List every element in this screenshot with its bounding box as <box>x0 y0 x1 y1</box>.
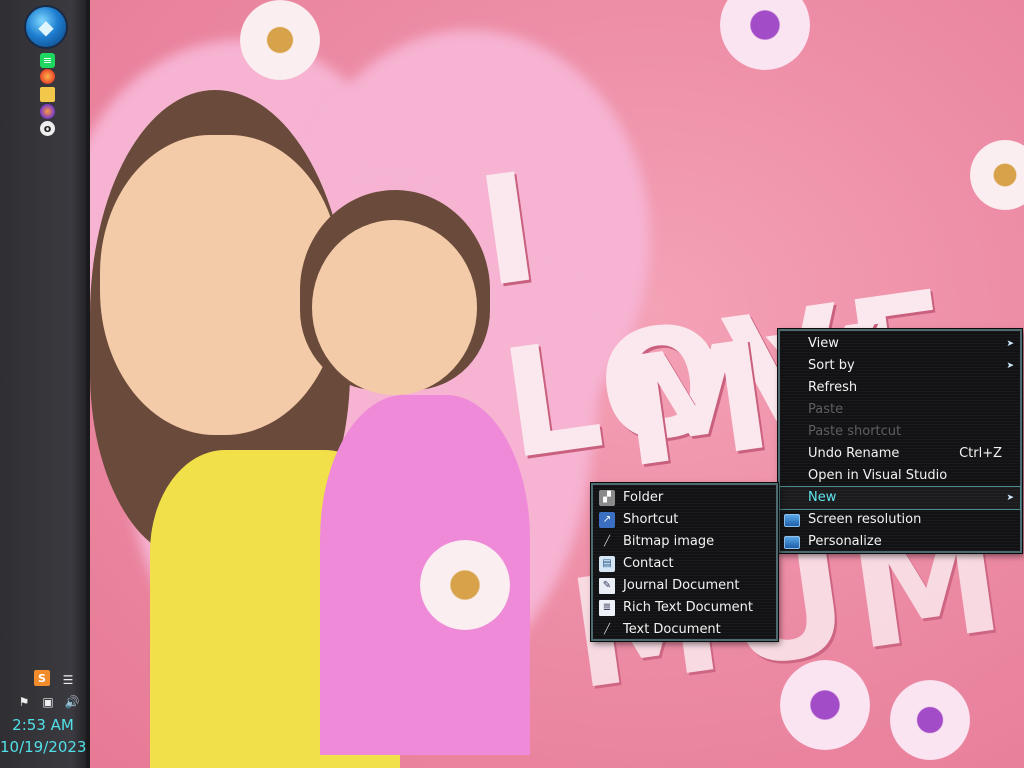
wallpaper-flower <box>240 0 320 80</box>
submenu-arrow-icon: ➤ <box>1006 361 1014 371</box>
new-submenu: ▞ Folder ↗ Shortcut ╱ Bitmap image ▤ Con… <box>591 483 778 641</box>
menu-item-personalize[interactable]: Personalize <box>780 531 1020 553</box>
obs-icon[interactable]: o <box>40 121 55 136</box>
taskbar: ◆ ≡ o S ☰ ⚑ ▣ 🔊 2:53 AM 10/19/2023 <box>0 0 90 768</box>
menu-item-label: Contact <box>623 556 674 571</box>
clock-time[interactable]: 2:53 AM <box>0 716 86 734</box>
new-item-folder[interactable]: ▞ Folder <box>593 487 776 509</box>
monitor-icon <box>784 514 800 527</box>
desktop-context-menu: View ➤ Sort by ➤ Refresh Paste Paste sho… <box>778 329 1022 553</box>
menu-item-label: New <box>808 490 837 505</box>
file-explorer-icon[interactable] <box>40 87 55 102</box>
menu-item-label: Open in Visual Studio <box>808 468 948 483</box>
new-item-contact[interactable]: ▤ Contact <box>593 553 776 575</box>
action-center-flag-icon[interactable]: ⚑ <box>16 694 32 710</box>
firefox-icon[interactable] <box>40 69 55 84</box>
menu-item-view[interactable]: View ➤ <box>780 333 1020 355</box>
menu-item-label: Folder <box>623 490 664 505</box>
wallpaper-flower <box>420 540 510 630</box>
spotify-icon[interactable]: ≡ <box>40 53 55 68</box>
new-item-shortcut[interactable]: ↗ Shortcut <box>593 509 776 531</box>
show-desktop-icon[interactable]: ☰ <box>60 672 76 688</box>
menu-item-sort-by[interactable]: Sort by ➤ <box>780 355 1020 377</box>
contact-icon: ▤ <box>599 556 615 572</box>
menu-item-label: Rich Text Document <box>623 600 753 615</box>
volume-icon[interactable]: 🔊 <box>64 694 80 710</box>
folder-icon: ▞ <box>599 490 615 506</box>
menu-item-label: Refresh <box>808 380 858 395</box>
menu-item-undo-rename[interactable]: Undo Rename Ctrl+Z <box>780 443 1020 465</box>
shortcut-icon: ↗ <box>599 512 615 528</box>
new-item-journal-document[interactable]: ✎ Journal Document <box>593 575 776 597</box>
network-icon[interactable]: ▣ <box>40 694 56 710</box>
bitmap-icon: ╱ <box>603 536 611 547</box>
dolphin-orb-icon: ◆ <box>38 15 54 39</box>
menu-item-label: Sort by <box>808 358 855 373</box>
menu-item-shortcut: Ctrl+Z <box>959 446 1002 461</box>
wallpaper-flower <box>890 680 970 760</box>
menu-item-new[interactable]: New ➤ <box>779 486 1021 510</box>
menu-item-refresh[interactable]: Refresh <box>780 377 1020 399</box>
menu-item-label: Journal Document <box>623 578 740 593</box>
new-item-rich-text-document[interactable]: ≣ Rich Text Document <box>593 597 776 619</box>
submenu-arrow-icon: ➤ <box>1006 339 1014 349</box>
start-button[interactable]: ◆ <box>24 5 68 49</box>
wallpaper-kid-face <box>312 220 477 395</box>
menu-item-screen-resolution[interactable]: Screen resolution <box>780 509 1020 531</box>
new-item-bitmap-image[interactable]: ╱ Bitmap image <box>593 531 776 553</box>
sublime-text-icon[interactable]: S <box>34 670 50 686</box>
menu-item-label: Bitmap image <box>623 534 715 549</box>
menu-item-open-in-visual-studio[interactable]: Open in Visual Studio <box>780 465 1020 487</box>
firefox-developer-icon[interactable] <box>40 104 55 119</box>
menu-item-label: Paste shortcut <box>808 424 902 439</box>
rich-text-icon: ≣ <box>599 600 615 616</box>
personalize-icon <box>784 536 800 549</box>
clock-date[interactable]: 10/19/2023 <box>0 738 86 756</box>
menu-item-label: Shortcut <box>623 512 679 527</box>
menu-item-paste-shortcut: Paste shortcut <box>780 421 1020 443</box>
new-item-text-document[interactable]: ╱ Text Document <box>593 619 776 641</box>
text-document-icon: ╱ <box>603 624 611 635</box>
menu-item-paste: Paste <box>780 399 1020 421</box>
menu-item-label: Text Document <box>623 622 721 637</box>
menu-item-label: Personalize <box>808 534 882 549</box>
menu-item-label: View <box>808 336 839 351</box>
journal-icon: ✎ <box>599 578 615 594</box>
menu-item-label: Undo Rename <box>808 446 900 461</box>
menu-item-label: Screen resolution <box>808 512 922 527</box>
menu-item-label: Paste <box>808 402 844 417</box>
wallpaper-flower <box>720 0 810 70</box>
submenu-arrow-icon: ➤ <box>1006 493 1014 503</box>
